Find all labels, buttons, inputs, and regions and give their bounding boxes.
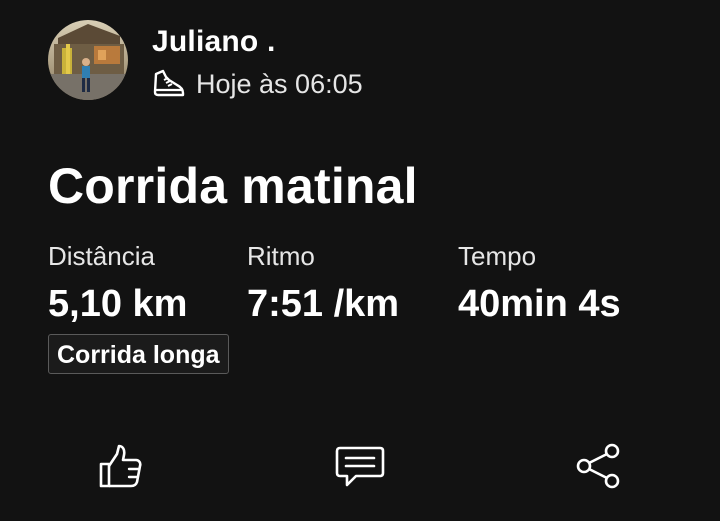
thumbs-up-icon — [99, 444, 142, 488]
header-text: Juliano . Hoje às 06:05 — [152, 20, 363, 100]
action-bar — [0, 440, 720, 492]
workout-type-tag: Corrida longa — [48, 334, 229, 374]
activity-header: Juliano . Hoje às 06:05 — [48, 20, 363, 100]
stat-label: Ritmo — [247, 241, 315, 271]
stat-value: 40min 4s — [458, 283, 621, 325]
comment-button[interactable] — [334, 440, 386, 492]
share-button[interactable] — [573, 440, 625, 492]
stat-time: Tempo 40min 4s — [458, 240, 621, 326]
share-icon — [576, 443, 620, 489]
avatar-photo — [48, 20, 128, 100]
kudos-button[interactable] — [94, 440, 146, 492]
running-shoe-icon — [152, 68, 186, 100]
activity-meta: Hoje às 06:05 — [152, 68, 363, 100]
activity-timestamp: Hoje às 06:05 — [196, 69, 363, 99]
stat-label: Distância — [48, 241, 155, 271]
avatar[interactable] — [48, 20, 128, 100]
stat-label: Tempo — [458, 241, 537, 271]
stat-value: 7:51 /km — [247, 283, 400, 325]
activity-title[interactable]: Corrida matinal — [48, 156, 418, 216]
comment-icon — [335, 446, 385, 487]
stat-distance: Distância 5,10 km — [48, 240, 187, 326]
athlete-name[interactable]: Juliano . — [152, 24, 363, 60]
stat-value: 5,10 km — [48, 283, 188, 325]
stat-pace: Ritmo 7:51 /km — [247, 240, 399, 326]
